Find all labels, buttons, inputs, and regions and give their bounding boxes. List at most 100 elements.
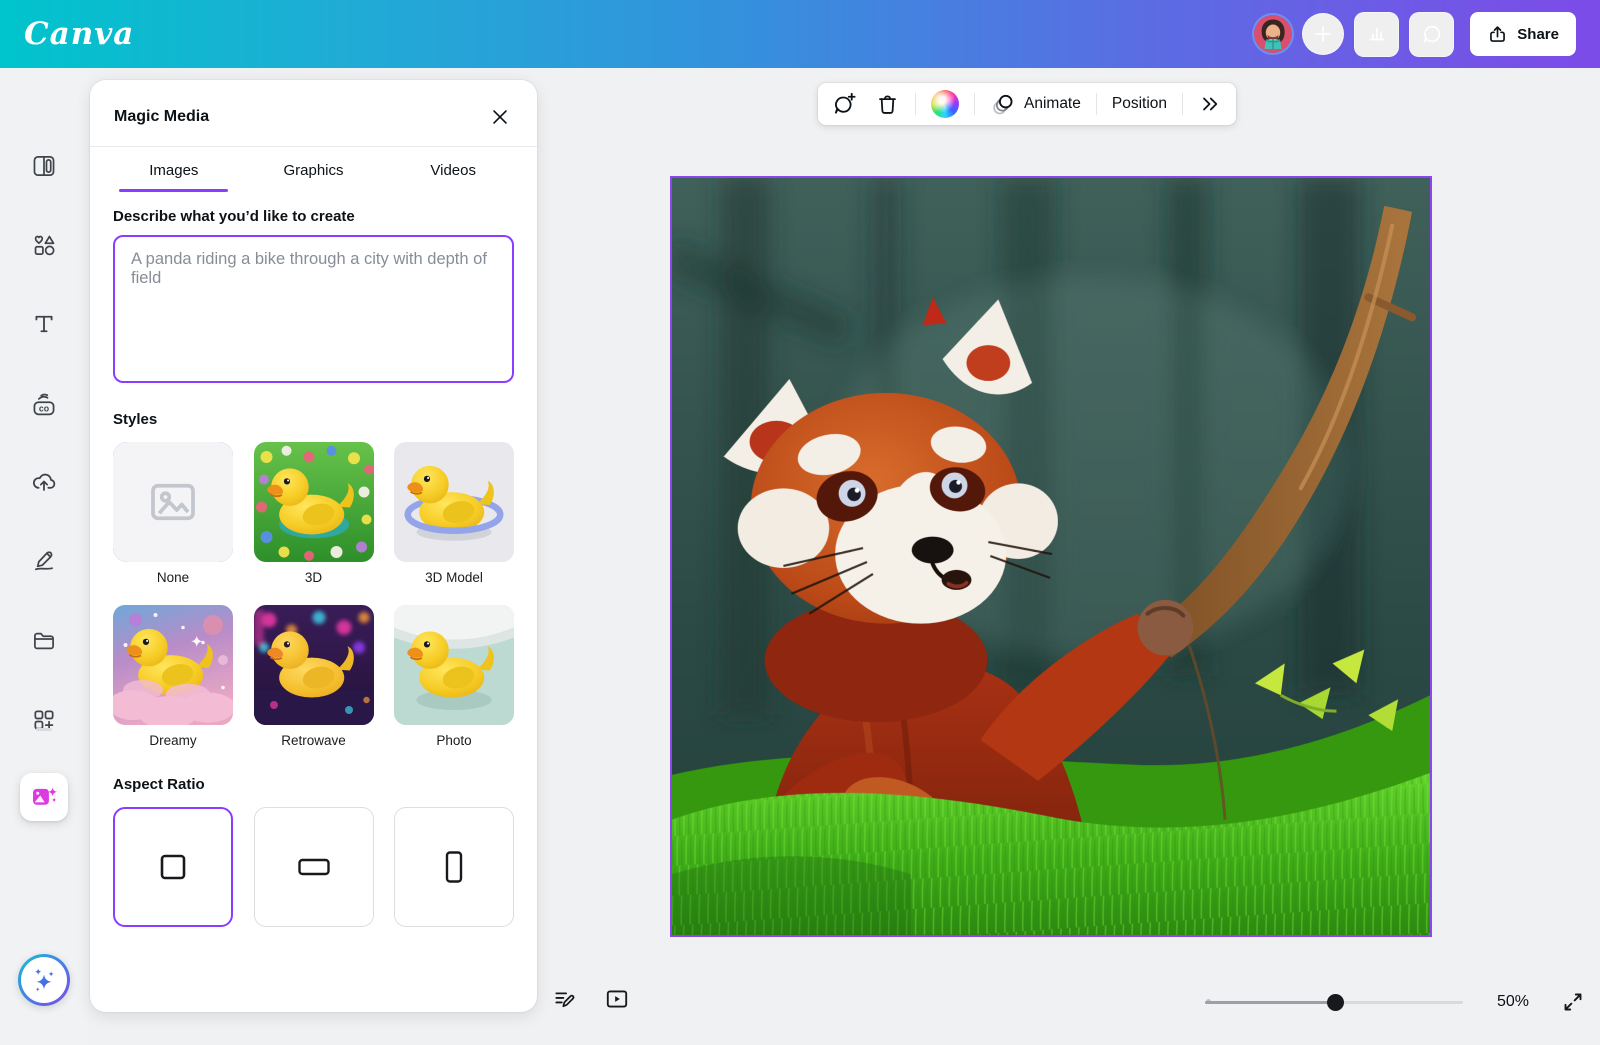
sidebar-item-uploads[interactable] <box>31 468 58 495</box>
magic-media-icon <box>30 783 58 811</box>
more-options-button[interactable] <box>1196 88 1224 120</box>
delete-button[interactable] <box>873 88 902 121</box>
insights-button[interactable] <box>1354 12 1399 57</box>
rail-divider <box>36 728 52 731</box>
panel-header: Magic Media <box>90 80 537 146</box>
style-thumb-none <box>113 442 233 562</box>
style-label: Photo <box>394 733 514 748</box>
sidebar-item-draw[interactable] <box>31 547 57 573</box>
sidebar-item-design[interactable] <box>31 153 57 179</box>
double-chevron-icon <box>1198 92 1222 116</box>
footer-zoom-controls: 50% <box>1205 990 1585 1014</box>
style-thumb-3d-model <box>394 442 514 562</box>
aspect-option-portrait[interactable] <box>394 807 514 927</box>
style-option-photo[interactable]: Photo <box>394 605 514 748</box>
canvas-selected-image[interactable] <box>670 176 1432 937</box>
comments-button[interactable] <box>1409 12 1454 57</box>
sidebar-item-text[interactable] <box>31 311 57 337</box>
style-option-dreamy[interactable]: Dreamy <box>113 605 233 748</box>
projects-icon <box>31 628 57 654</box>
toolbar-separator <box>1096 93 1097 115</box>
aspect-option-square[interactable] <box>113 807 233 927</box>
present-icon <box>604 986 630 1012</box>
position-label: Position <box>1112 95 1167 113</box>
elements-icon <box>31 232 57 258</box>
aspect-ratio-heading: Aspect Ratio <box>113 776 514 793</box>
upload-icon <box>1487 24 1508 45</box>
footer-left-controls <box>552 986 630 1012</box>
sidebar-item-brand[interactable]: co <box>30 391 58 419</box>
share-button[interactable]: Share <box>1470 12 1576 56</box>
animate-button[interactable]: Animate <box>988 87 1083 121</box>
design-icon <box>31 153 57 179</box>
add-comment-button[interactable] <box>830 87 860 121</box>
tab-images[interactable]: Images <box>104 147 244 192</box>
close-icon <box>489 106 511 128</box>
toolbar-separator <box>974 93 975 115</box>
uploads-icon <box>31 468 58 495</box>
slider-track-filled <box>1205 1001 1335 1004</box>
style-label: Retrowave <box>254 733 374 748</box>
position-button[interactable]: Position <box>1110 91 1169 117</box>
prompt-label: Describe what you’d like to create <box>113 208 514 225</box>
sidebar-item-projects[interactable] <box>31 628 57 654</box>
panel-body: Describe what you’d like to create Style… <box>90 192 537 1012</box>
comments-icon <box>1420 22 1444 46</box>
styles-heading: Styles <box>113 411 514 428</box>
slider-track <box>1335 1001 1463 1004</box>
tab-graphics[interactable]: Graphics <box>244 147 384 192</box>
canva-logo[interactable]: Canva <box>24 16 134 52</box>
portrait-ratio-icon <box>436 849 472 885</box>
text-icon <box>31 311 57 337</box>
plus-icon <box>1312 23 1334 45</box>
style-thumb-photo <box>394 605 514 725</box>
zoom-slider[interactable] <box>1205 993 1463 1011</box>
context-toolbar: Animate Position <box>818 83 1236 125</box>
square-ratio-icon <box>155 849 191 885</box>
insights-icon <box>1365 22 1389 46</box>
style-thumb-retrowave <box>254 605 374 725</box>
panel-title: Magic Media <box>114 108 209 126</box>
sidebar-item-elements[interactable] <box>31 232 57 258</box>
trash-icon <box>875 92 900 117</box>
panel-tabs: Images Graphics Videos <box>90 147 537 192</box>
style-option-3d-model[interactable]: 3D Model <box>394 442 514 585</box>
zoom-slider-knob[interactable] <box>1327 994 1344 1011</box>
fullscreen-button[interactable] <box>1561 990 1585 1014</box>
left-rail: co <box>0 68 88 1045</box>
style-option-retrowave[interactable]: Retrowave <box>254 605 374 748</box>
red-panda-artwork <box>672 178 1430 935</box>
avatar[interactable] <box>1254 15 1292 53</box>
tab-videos[interactable]: Videos <box>383 147 523 192</box>
document-colors-button[interactable] <box>929 86 961 122</box>
draw-icon <box>31 547 57 573</box>
aspect-option-landscape[interactable] <box>254 807 374 927</box>
aspect-ratio-grid <box>113 807 514 927</box>
style-thumb-3d <box>254 442 374 562</box>
notes-button[interactable] <box>552 986 578 1012</box>
sidebar-item-magic-media[interactable] <box>20 773 68 821</box>
style-thumb-dreamy <box>113 605 233 725</box>
zoom-percent[interactable]: 50% <box>1491 993 1535 1011</box>
present-button[interactable] <box>604 986 630 1012</box>
style-label: Dreamy <box>113 733 233 748</box>
close-panel-button[interactable] <box>487 104 513 130</box>
toolbar-separator <box>1182 93 1183 115</box>
animate-label: Animate <box>1024 95 1081 113</box>
style-label: 3D <box>254 570 374 585</box>
style-option-3d[interactable]: 3D <box>254 442 374 585</box>
landscape-ratio-icon <box>296 849 332 885</box>
animate-icon <box>990 91 1016 117</box>
fullscreen-icon <box>1561 990 1585 1014</box>
brand-icon: co <box>30 391 58 419</box>
styles-grid: None 3D <box>113 442 514 748</box>
magic-media-panel: Magic Media Images Graphics Videos Descr… <box>90 80 537 1012</box>
top-bar: Canva Share <box>0 0 1600 68</box>
top-bar-actions: Share <box>1254 12 1576 57</box>
comment-plus-icon <box>832 91 858 117</box>
add-member-button[interactable] <box>1302 13 1344 55</box>
prompt-input[interactable] <box>113 235 514 383</box>
style-option-none[interactable]: None <box>113 442 233 585</box>
svg-text:co: co <box>39 403 49 413</box>
assistant-button[interactable] <box>18 954 70 1006</box>
